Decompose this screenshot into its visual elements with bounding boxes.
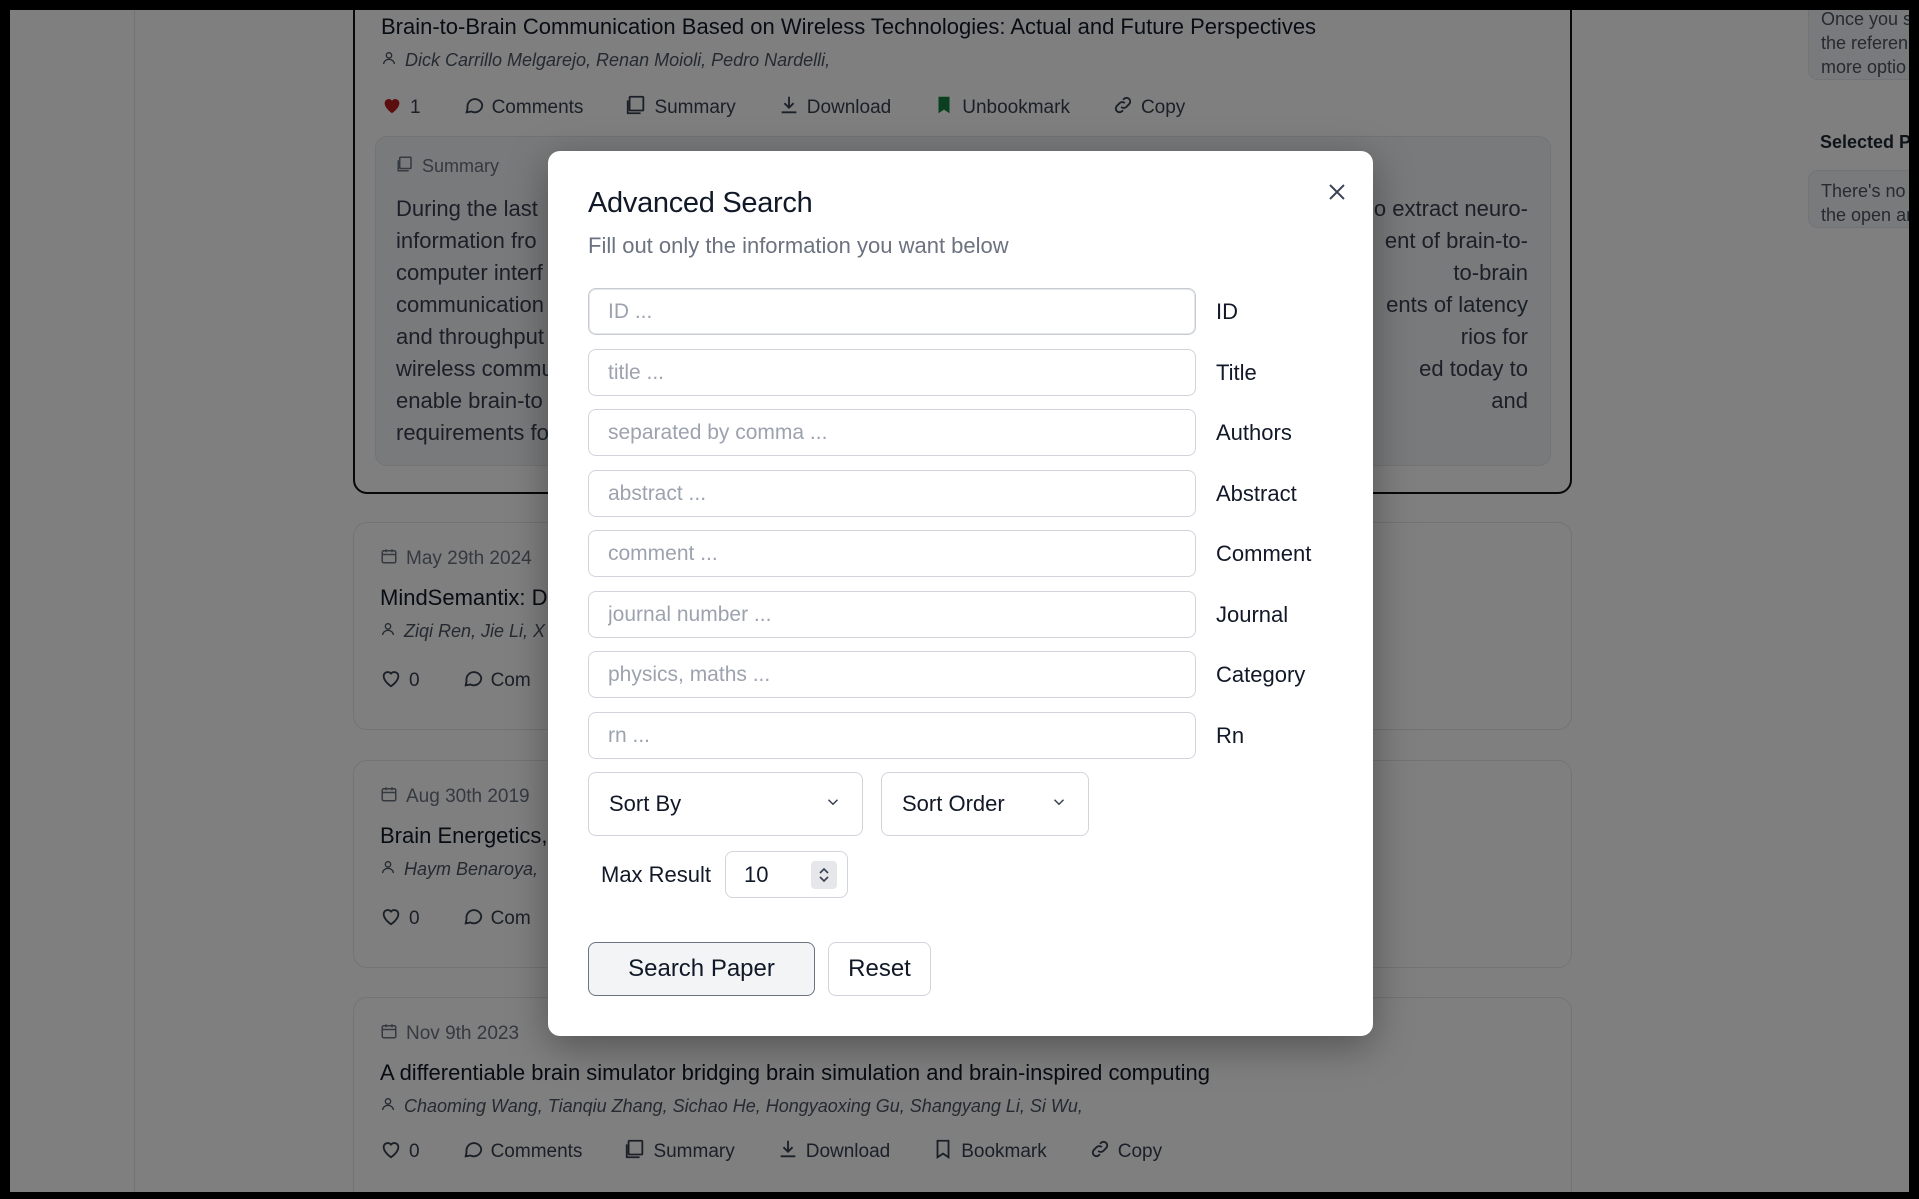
sort-by-value: Sort By (609, 791, 682, 816)
category-input[interactable] (588, 651, 1196, 698)
authors-label: Authors (1216, 419, 1292, 445)
authors-input[interactable] (588, 409, 1196, 456)
advanced-search-modal: Advanced Search Fill out only the inform… (548, 151, 1373, 1036)
category-label: Category (1216, 661, 1306, 687)
title-input[interactable] (588, 349, 1196, 396)
spin-up-icon[interactable] (818, 867, 830, 875)
field-row-category: Category (588, 651, 1305, 698)
reset-button[interactable]: Reset (828, 942, 931, 996)
max-result-input[interactable]: 10 (725, 851, 849, 898)
chevron-down-icon (1050, 791, 1068, 817)
spin-down-icon[interactable] (818, 875, 830, 883)
close-button[interactable] (1320, 177, 1354, 211)
field-row-comment: Comment (588, 530, 1311, 577)
comment-label: Comment (1216, 540, 1312, 566)
abstract-input[interactable] (588, 470, 1196, 517)
id-label: ID (1216, 298, 1238, 324)
sort-order-select[interactable]: Sort Order (881, 772, 1089, 836)
rn-label: Rn (1216, 722, 1245, 748)
field-row-abstract: Abstract (588, 470, 1297, 517)
chevron-down-icon (824, 791, 842, 817)
journal-input[interactable] (588, 591, 1196, 638)
modal-title: Advanced Search (588, 187, 813, 219)
sort-by-select[interactable]: Sort By (588, 772, 863, 836)
title-label: Title (1216, 359, 1257, 385)
sort-order-value: Sort Order (902, 791, 1005, 816)
modal-subtitle: Fill out only the information you want b… (588, 233, 1009, 258)
journal-label: Journal (1216, 601, 1289, 627)
max-result-label: Max Result (601, 861, 712, 887)
max-result-value: 10 (744, 861, 769, 887)
abstract-label: Abstract (1216, 480, 1297, 506)
comment-input[interactable] (588, 530, 1196, 577)
id-input[interactable] (588, 288, 1196, 335)
number-spinner[interactable] (811, 860, 838, 889)
field-row-rn: Rn (588, 712, 1244, 759)
max-result-row: Max Result 10 (601, 851, 849, 898)
close-icon (1326, 181, 1348, 208)
field-row-title: Title (588, 349, 1257, 396)
field-row-authors: Authors (588, 409, 1292, 456)
field-row-id: ID (588, 288, 1238, 335)
rn-input[interactable] (588, 712, 1196, 759)
field-row-journal: Journal (588, 591, 1288, 638)
search-paper-button[interactable]: Search Paper (588, 942, 815, 996)
